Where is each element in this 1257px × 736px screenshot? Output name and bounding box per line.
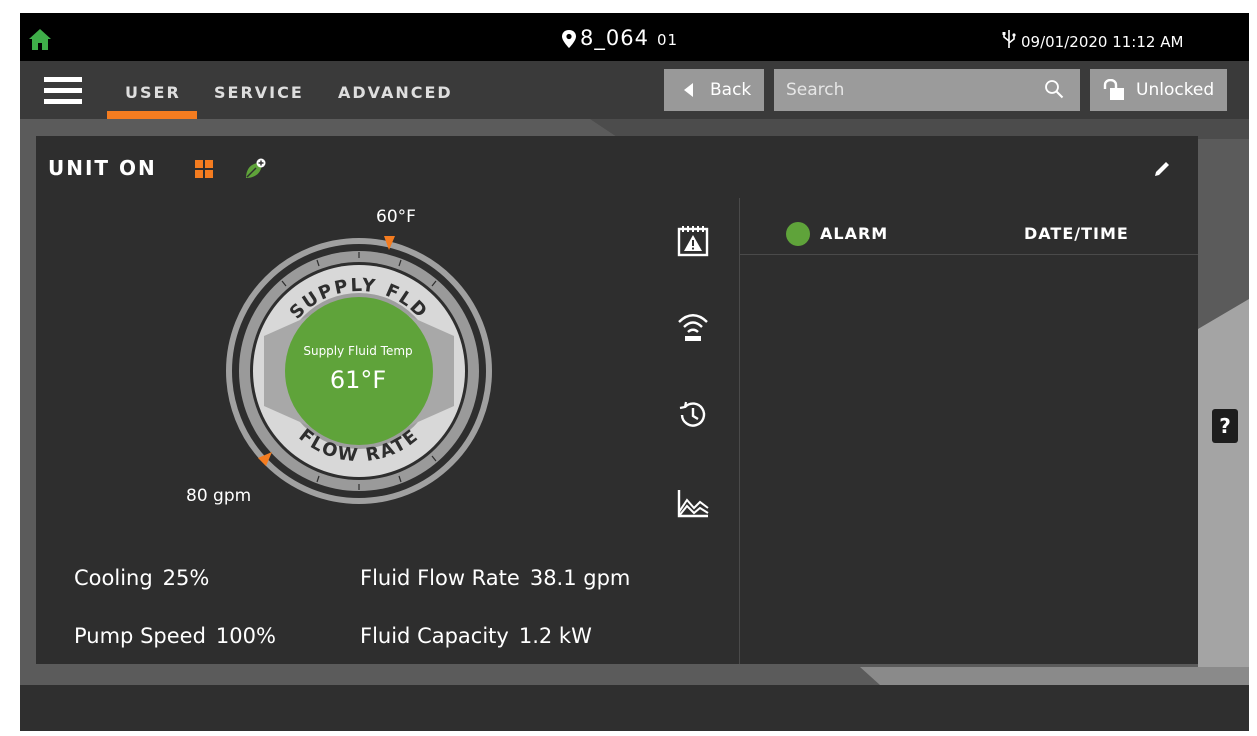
bottom-bar bbox=[20, 685, 1249, 731]
back-button-label: Back bbox=[710, 80, 752, 100]
alarm-column-header[interactable]: ALARM bbox=[820, 224, 888, 243]
wireless-icon[interactable] bbox=[676, 310, 710, 344]
stat-flow-label: Fluid Flow Rate bbox=[360, 566, 520, 590]
lock-button[interactable]: Unlocked bbox=[1090, 69, 1227, 111]
history-icon[interactable] bbox=[676, 398, 710, 432]
stat-capacity-value: 1.2 kW bbox=[518, 624, 592, 648]
panel-divider bbox=[739, 198, 740, 664]
modules-grid-icon[interactable] bbox=[195, 160, 213, 178]
stat-fluid-flow-rate: Fluid Flow Rate 38.1 gpm bbox=[360, 566, 630, 590]
stat-pump-speed: Pump Speed 100% bbox=[74, 624, 276, 648]
stat-pump-label: Pump Speed bbox=[74, 624, 206, 648]
usb-icon bbox=[1002, 30, 1016, 48]
stat-fluid-capacity: Fluid Capacity 1.2 kW bbox=[360, 624, 592, 648]
tab-user[interactable]: USER bbox=[125, 83, 181, 102]
hmi-screen: 8_064 01 09/01/2020 11:12 AM USER SERVICE… bbox=[20, 13, 1249, 731]
flow-limit-label: 80 gpm bbox=[186, 486, 252, 506]
eco-leaf-icon[interactable] bbox=[244, 158, 266, 180]
search-box bbox=[774, 69, 1080, 111]
nav-bar: USER SERVICE ADVANCED Back Unlocked bbox=[20, 61, 1249, 119]
alarm-calendar-icon[interactable] bbox=[676, 224, 710, 258]
unit-status: UNIT ON bbox=[48, 156, 157, 180]
gauge-value: 61°F bbox=[329, 366, 387, 394]
unlocked-padlock-icon bbox=[1103, 79, 1124, 100]
back-button[interactable]: Back bbox=[664, 69, 764, 111]
lock-button-label: Unlocked bbox=[1136, 80, 1215, 100]
stat-cooling-value: 25% bbox=[162, 566, 210, 590]
search-icon[interactable] bbox=[1044, 79, 1064, 99]
location-pin-icon bbox=[562, 30, 576, 48]
datetime-column-header[interactable]: DATE/TIME bbox=[1024, 224, 1129, 243]
main-panel: UNIT ON 60°F SUPPLY FLD FLOW RATE Supply… bbox=[36, 136, 1198, 664]
unit-id-sub: 01 bbox=[656, 31, 679, 49]
tab-advanced[interactable]: ADVANCED bbox=[338, 83, 453, 102]
active-tab-indicator bbox=[107, 111, 197, 119]
stat-capacity-label: Fluid Capacity bbox=[360, 624, 509, 648]
temperature-setpoint-label: 60°F bbox=[376, 207, 416, 227]
back-arrow-icon bbox=[684, 83, 693, 97]
stat-flow-value: 38.1 gpm bbox=[529, 566, 631, 590]
search-input[interactable] bbox=[784, 79, 1028, 101]
status-bar: 8_064 01 09/01/2020 11:12 AM bbox=[20, 13, 1249, 61]
unit-id: 8_064 01 bbox=[580, 26, 678, 50]
trend-chart-icon[interactable] bbox=[676, 486, 710, 520]
stat-pump-value: 100% bbox=[215, 624, 276, 648]
tab-service[interactable]: SERVICE bbox=[214, 83, 304, 102]
unit-id-main: 8_064 bbox=[580, 26, 649, 50]
stat-cooling-label: Cooling bbox=[74, 566, 153, 590]
status-datetime: 09/01/2020 11:12 AM bbox=[1021, 33, 1184, 51]
hamburger-menu-icon[interactable] bbox=[44, 76, 84, 106]
alarm-status-indicator bbox=[786, 222, 810, 246]
home-icon[interactable] bbox=[28, 27, 52, 51]
stat-cooling: Cooling 25% bbox=[74, 566, 209, 590]
alarm-header-divider bbox=[740, 254, 1198, 255]
edit-pencil-icon[interactable] bbox=[1153, 160, 1171, 178]
help-button[interactable]: ? bbox=[1212, 409, 1238, 443]
gauge-caption: Supply Fluid Temp bbox=[303, 344, 413, 358]
